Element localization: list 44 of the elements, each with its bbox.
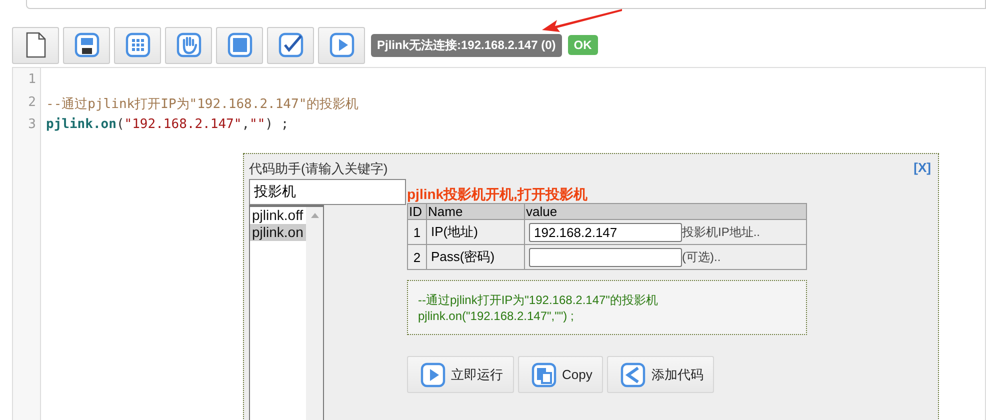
- close-link[interactable]: [X]: [914, 160, 931, 178]
- value-field[interactable]: 192.168.2.147: [529, 222, 682, 242]
- line-number: 1: [27, 72, 37, 89]
- status-badge: Pjlink无法连接:192.168.2.147 (0): [371, 34, 562, 56]
- grid-icon: [124, 31, 152, 59]
- left-chevron-icon: [619, 360, 648, 388]
- copy-icon: [530, 360, 558, 388]
- code-line: pjlink.on("192.168.2.147","") ;: [46, 117, 290, 134]
- hand-icon: [174, 31, 202, 59]
- document-icon: [24, 32, 46, 58]
- field-hint: (可选)..: [682, 248, 721, 266]
- table-cell: 2: [408, 244, 426, 270]
- ok-badge: OK: [568, 35, 598, 55]
- line-number: 3: [27, 117, 37, 134]
- checkbox-icon: [276, 31, 304, 59]
- value-field[interactable]: [529, 248, 682, 266]
- scroll-up-icon: [310, 213, 318, 218]
- function-description: pjlink投影机开机,打开投影机: [407, 187, 588, 201]
- column-header: value: [524, 204, 806, 220]
- table-cell: Pass(密码): [426, 244, 524, 270]
- field-hint: 投影机IP地址..: [682, 224, 760, 240]
- save-icon: [72, 31, 100, 59]
- play-icon: [328, 31, 356, 59]
- stop-icon: [226, 31, 254, 59]
- column-header: Name: [426, 204, 524, 220]
- toolbar-button[interactable]: [63, 26, 110, 64]
- action-button[interactable]: 立即运行: [407, 356, 514, 393]
- list-item[interactable]: pjlink.off: [250, 207, 306, 224]
- preview-line: pjlink.on("192.168.2.147","") ;: [418, 308, 575, 324]
- preview-line: --通过pjlink打开IP为"192.168.2.147"的投影机: [418, 292, 659, 308]
- toolbar-button[interactable]: [12, 26, 59, 64]
- dialog-title: 代码助手(请输入关键字): [249, 160, 388, 178]
- action-button[interactable]: Copy: [518, 356, 604, 393]
- table-cell: IP(地址): [426, 220, 524, 244]
- column-header: ID: [408, 204, 426, 220]
- action-button[interactable]: 添加代码: [607, 356, 714, 393]
- code-line: --通过pjlink打开IP为"192.168.2.147"的投影机: [46, 96, 359, 114]
- search-field[interactable]: 投影机: [249, 179, 406, 205]
- line-number: 2: [27, 94, 37, 112]
- table-cell: 1: [408, 220, 426, 244]
- list-item[interactable]: pjlink.on: [250, 224, 306, 241]
- play-icon: [419, 360, 447, 388]
- toolbar-button[interactable]: [267, 26, 314, 64]
- code-editor[interactable]: [12, 67, 986, 420]
